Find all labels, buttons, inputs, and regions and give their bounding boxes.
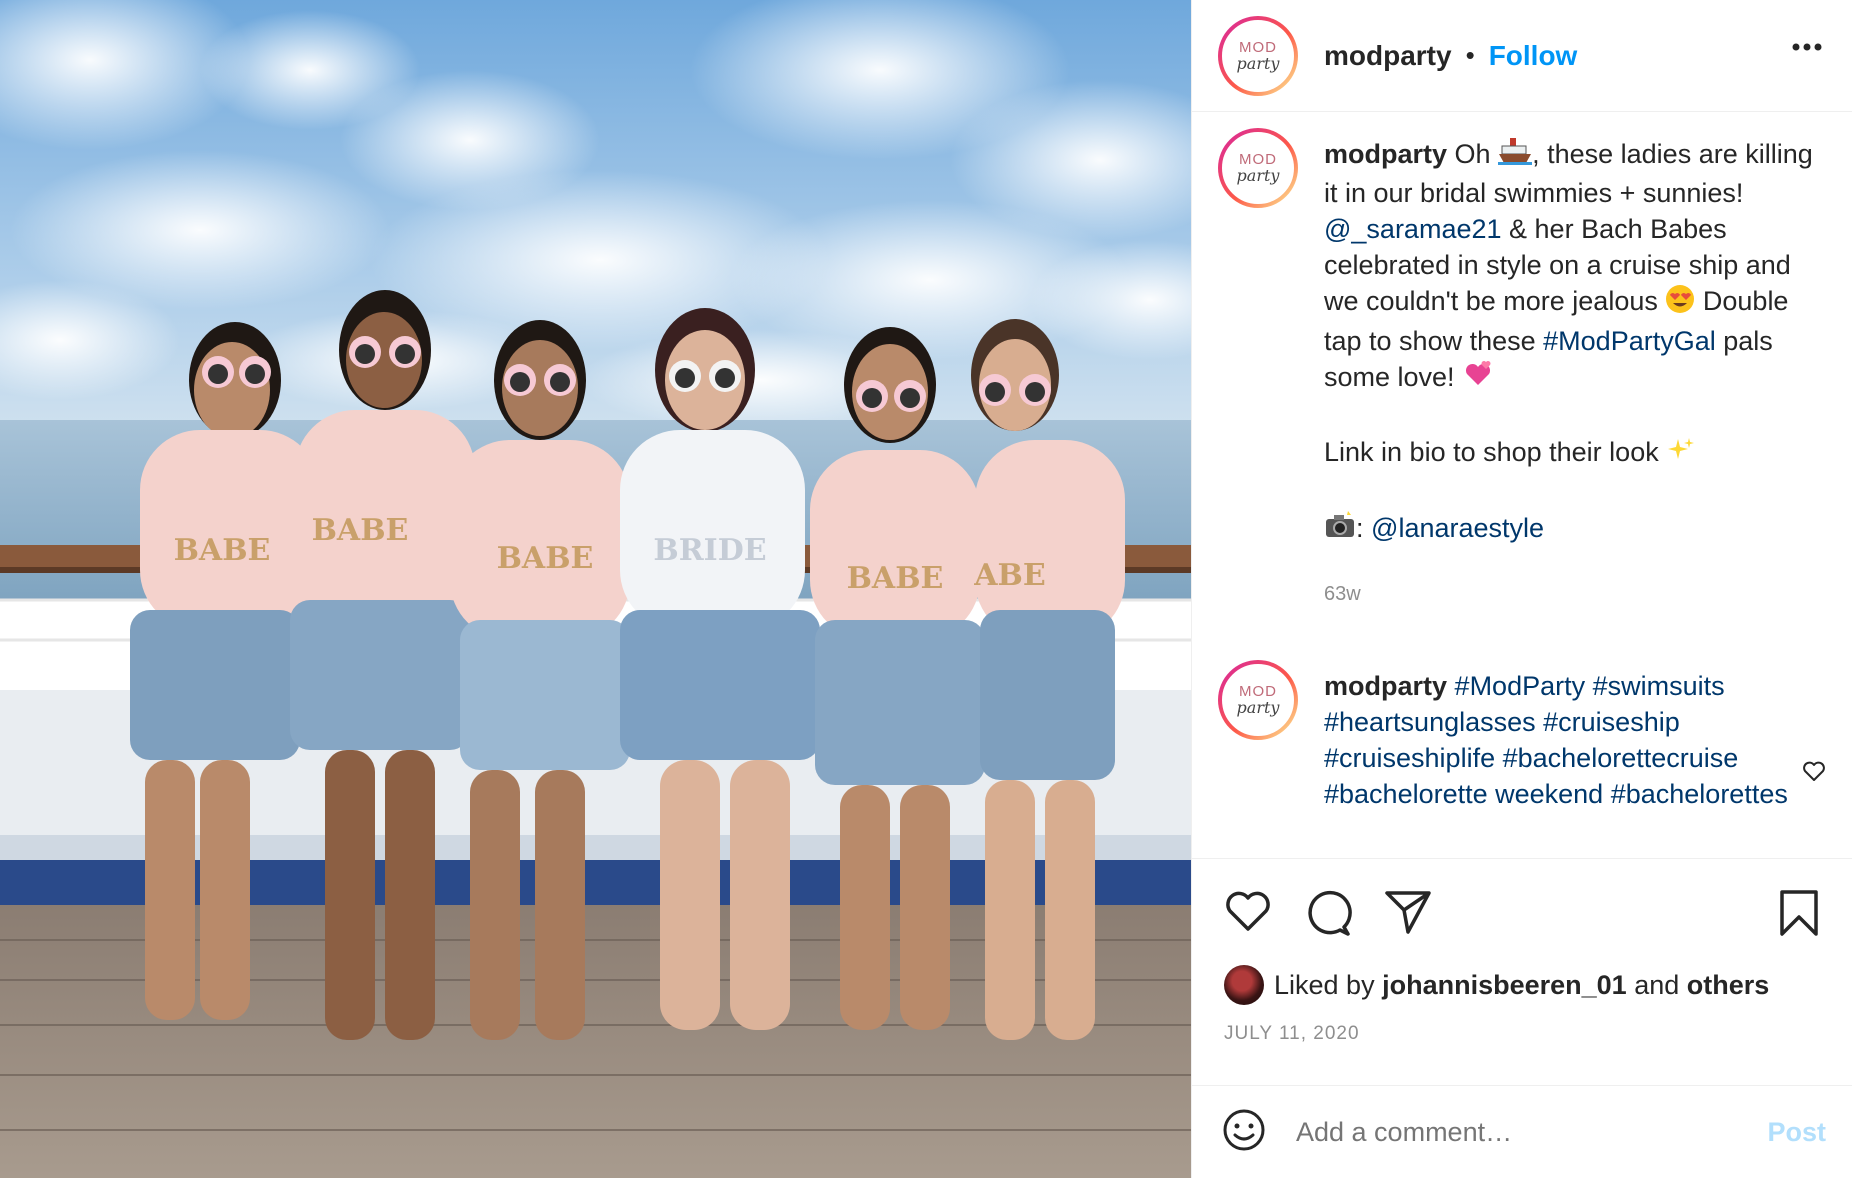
comment-username[interactable]: modparty <box>1324 671 1447 701</box>
shirt-label-6: ABE <box>973 558 1046 593</box>
post-time-ago[interactable]: 63w <box>1324 576 1814 612</box>
hashtag[interactable]: #cruiseship <box>1543 707 1680 737</box>
profile-avatar[interactable]: MOD party <box>1218 15 1298 96</box>
hashtag[interactable]: #bachelorettecruise <box>1503 743 1739 773</box>
mention-lanaraestyle[interactable]: @lanaraestyle <box>1371 513 1544 543</box>
mention-saramae21[interactable]: @_saramae21 <box>1324 214 1502 244</box>
avatar-logo-text: MOD <box>1239 151 1277 168</box>
liked-by-user[interactable]: johannisbeeren_01 <box>1382 970 1627 1001</box>
more-options-icon[interactable] <box>1792 38 1822 56</box>
caption-part-7: : <box>1356 512 1364 543</box>
hashtag[interactable]: #cruiseshiplife <box>1324 743 1495 773</box>
sparkles-emoji-icon <box>1666 435 1696 474</box>
photo-scene: BABE BABE BABE BRIDE BABE ABE <box>0 0 1191 1178</box>
comment-avatar[interactable]: MOD party <box>1218 659 1298 740</box>
hashtag[interactable]: #bachelorettes <box>1611 779 1788 809</box>
avatar-logo-text: MOD <box>1239 38 1277 56</box>
hashtag[interactable]: #bachelorette weekend <box>1324 779 1603 809</box>
post-comment-button[interactable]: Post <box>1767 1117 1826 1148</box>
add-comment-input[interactable] <box>1296 1116 1726 1148</box>
caption: MOD party modparty Oh , these ladies are… <box>1192 112 1852 612</box>
camera-flash-emoji-icon <box>1324 510 1356 548</box>
post-photo[interactable]: BABE BABE BABE BRIDE BABE ABE <box>0 0 1191 1178</box>
shirt-label-3: BABE <box>497 541 594 576</box>
post-date[interactable]: JULY 11, 2020 <box>1224 1023 1360 1045</box>
liked-by-prefix: Liked by <box>1274 969 1375 1000</box>
header-username[interactable]: modparty <box>1324 40 1452 72</box>
caption-username[interactable]: modparty <box>1324 139 1447 169</box>
heart-eyes-emoji-icon <box>1665 284 1695 323</box>
hashtag-modpartygal[interactable]: #ModPartyGal <box>1543 326 1716 356</box>
caption-part-1: Oh <box>1454 139 1491 169</box>
hashtag[interactable]: #ModParty <box>1455 671 1586 701</box>
caption-part-6: Link in bio to shop their look <box>1324 437 1659 468</box>
like-comment-heart-icon[interactable] <box>1802 760 1826 787</box>
avatar-logo-script: party <box>1236 53 1280 73</box>
caption-avatar[interactable]: MOD party <box>1218 128 1298 208</box>
comment-bubble-icon[interactable] <box>1304 889 1352 942</box>
liked-by-others[interactable]: others <box>1687 970 1770 1001</box>
comments-area[interactable]: MOD party modparty Oh , these ladies are… <box>1192 112 1852 857</box>
avatar-logo-script: party <box>1236 697 1280 717</box>
action-bar <box>1192 858 1852 958</box>
liker-avatar[interactable] <box>1224 965 1264 1005</box>
avatar-logo-script: party <box>1236 166 1280 185</box>
hashtag-comment: MOD party modparty #ModParty #swimsuits … <box>1192 644 1852 812</box>
save-bookmark-icon[interactable] <box>1778 889 1820 942</box>
separator-dot: • <box>1465 40 1475 70</box>
add-comment-bar: Post <box>1192 1085 1852 1178</box>
ship-emoji-icon <box>1498 136 1533 175</box>
shirt-label-4: BRIDE <box>653 533 766 568</box>
liked-by-and: and <box>1634 969 1680 1000</box>
hashtag[interactable]: #swimsuits <box>1593 671 1725 701</box>
liked-by: Liked by johannisbeeren_01 and others <box>1224 965 1769 1005</box>
comment-text: modparty #ModParty #swimsuits #heartsung… <box>1324 668 1814 812</box>
two-hearts-emoji-icon <box>1462 359 1494 398</box>
shirt-label-1: BABE <box>174 533 271 568</box>
post-header: MOD party modparty • Follow <box>1192 0 1852 112</box>
caption-text: modparty Oh , these ladies are killing i… <box>1324 136 1814 612</box>
avatar-logo-text: MOD <box>1239 682 1277 700</box>
share-paper-plane-icon[interactable] <box>1384 889 1432 940</box>
like-heart-icon[interactable] <box>1224 889 1272 938</box>
follow-button[interactable]: Follow <box>1489 40 1578 72</box>
emoji-smiley-icon[interactable] <box>1222 1108 1266 1157</box>
shirt-label-5: BABE <box>847 561 944 596</box>
post-sidebar: MOD party modparty • Follow MOD party mo… <box>1191 0 1852 1178</box>
hashtag[interactable]: #heartsunglasses <box>1324 707 1536 737</box>
shirt-label-2: BABE <box>312 513 409 548</box>
